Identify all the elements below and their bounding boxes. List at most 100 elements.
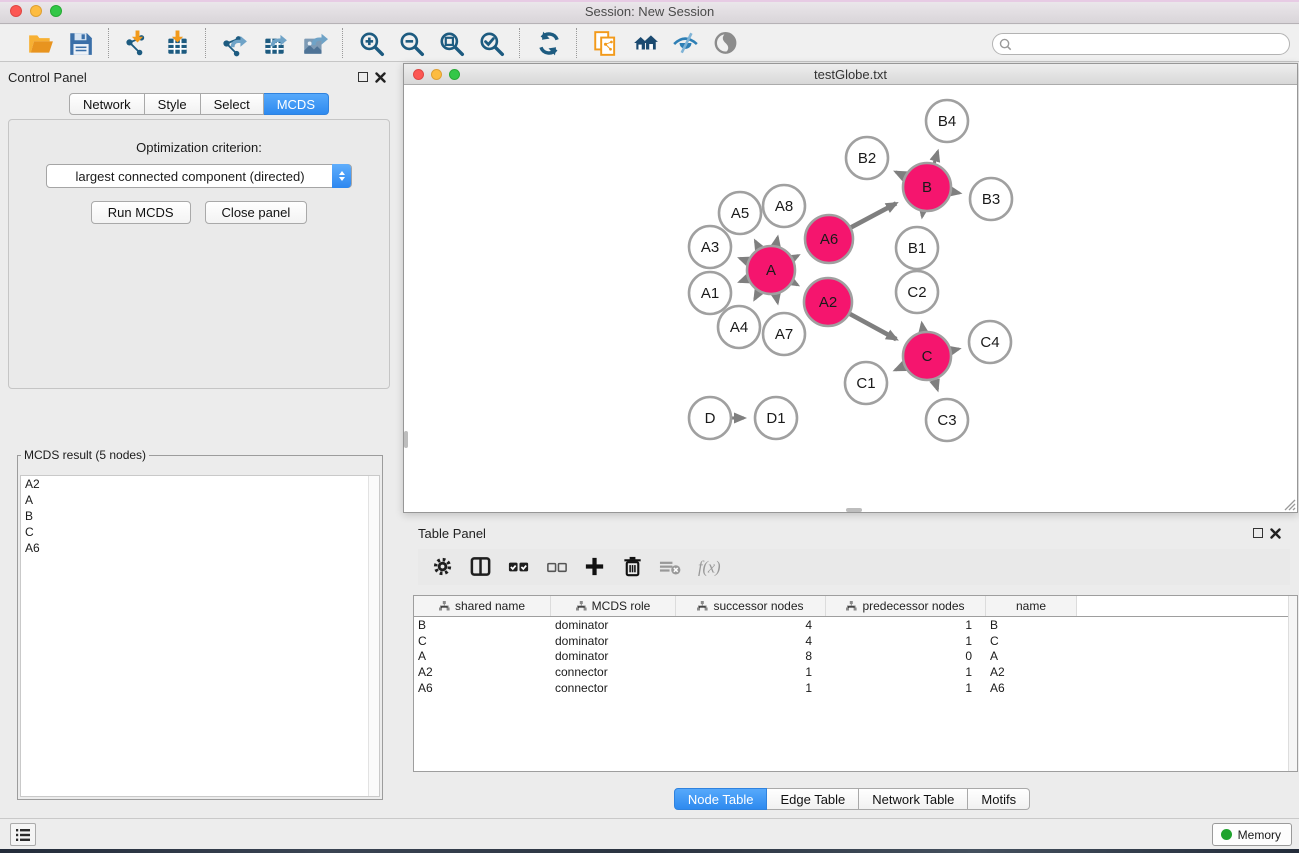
- cell-shared-name: C: [414, 634, 551, 648]
- deselect-all-button[interactable]: [540, 552, 574, 582]
- node-B[interactable]: B: [903, 163, 951, 211]
- column-header-shared-name[interactable]: shared name: [414, 596, 551, 616]
- cell-successor-nodes: 1: [676, 665, 826, 679]
- close-panel-button[interactable]: Close panel: [205, 201, 308, 224]
- tab-network-table[interactable]: Network Table: [859, 788, 968, 810]
- task-history-button[interactable]: [10, 823, 36, 846]
- table-panel-tabs: Node TableEdge TableNetwork TableMotifs: [405, 788, 1299, 810]
- node-B1[interactable]: B1: [896, 227, 938, 269]
- gear-button[interactable]: [426, 552, 460, 582]
- open-file-button[interactable]: [20, 28, 60, 58]
- float-panel-icon[interactable]: [358, 72, 368, 82]
- column-header-successor-nodes[interactable]: successor nodes: [676, 596, 826, 616]
- node-B2[interactable]: B2: [846, 137, 888, 179]
- memory-button[interactable]: Memory: [1212, 823, 1292, 846]
- result-item[interactable]: A: [21, 492, 379, 508]
- edge-A6-B: [850, 203, 896, 227]
- tab-network[interactable]: Network: [69, 93, 145, 115]
- zoom-selected-button[interactable]: [471, 28, 511, 58]
- node-C4[interactable]: C4: [969, 321, 1011, 363]
- tab-mcds[interactable]: MCDS: [264, 93, 329, 115]
- function-builder-icon: f(x): [697, 555, 721, 579]
- new-network-from-selection-button[interactable]: [585, 28, 625, 58]
- node-A1[interactable]: A1: [689, 272, 731, 314]
- node-A2[interactable]: A2: [804, 278, 852, 326]
- cell-predecessor-nodes: 1: [826, 681, 986, 695]
- tab-edge-table[interactable]: Edge Table: [767, 788, 859, 810]
- node-B3[interactable]: B3: [970, 178, 1012, 220]
- column-header-MCDS-role[interactable]: MCDS role: [551, 596, 676, 616]
- node-A6[interactable]: A6: [805, 215, 853, 263]
- node-C1[interactable]: C1: [845, 362, 887, 404]
- edge-C-C2: [922, 324, 923, 333]
- node-A[interactable]: A: [747, 246, 795, 294]
- node-A7[interactable]: A7: [763, 313, 805, 355]
- save-session-button[interactable]: [60, 28, 100, 58]
- tab-select[interactable]: Select: [201, 93, 264, 115]
- network-canvas[interactable]: B4 B2 B B3 A5A8A6 A3 B1 A A1 C2 A2 A4A7 C C4 C1 C3 D D1: [404, 85, 1297, 512]
- node-C3[interactable]: C3: [926, 399, 968, 441]
- export-image-button[interactable]: [294, 28, 334, 58]
- export-table-button[interactable]: [254, 28, 294, 58]
- node-A5[interactable]: A5: [719, 192, 761, 234]
- delete-table-button[interactable]: [654, 552, 688, 582]
- node-D[interactable]: D: [689, 397, 731, 439]
- svg-text:C2: C2: [907, 284, 926, 301]
- table-scrollbar[interactable]: [1288, 596, 1297, 771]
- show-all-button[interactable]: [705, 28, 745, 58]
- table-row[interactable]: A2connector11A2: [414, 664, 1297, 680]
- node-B4[interactable]: B4: [926, 100, 968, 142]
- column-header-predecessor-nodes[interactable]: predecessor nodes: [826, 596, 986, 616]
- tab-style[interactable]: Style: [145, 93, 201, 115]
- run-mcds-button[interactable]: Run MCDS: [91, 201, 191, 224]
- table-row[interactable]: Cdominator41C: [414, 633, 1297, 649]
- export-network-button[interactable]: [214, 28, 254, 58]
- cell-name: A6: [986, 681, 1077, 695]
- resize-grip-icon[interactable]: [1282, 497, 1296, 511]
- select-all-button[interactable]: [502, 552, 536, 582]
- tab-motifs[interactable]: Motifs: [968, 788, 1030, 810]
- function-builder-button[interactable]: f(x): [692, 552, 726, 582]
- table-row[interactable]: Bdominator41B: [414, 617, 1297, 633]
- show-all-icon: [712, 30, 739, 57]
- refresh-button[interactable]: [528, 28, 568, 58]
- vertical-scroll-thumb[interactable]: [404, 431, 408, 448]
- result-list-scrollbar[interactable]: [368, 476, 379, 796]
- split-columns-button[interactable]: [464, 552, 498, 582]
- horizontal-scroll-thumb[interactable]: [846, 508, 862, 512]
- delete-row-button[interactable]: [616, 552, 650, 582]
- first-neighbors-button[interactable]: [625, 28, 665, 58]
- table-row[interactable]: A6connector11A6: [414, 680, 1297, 696]
- node-A3[interactable]: A3: [689, 226, 731, 268]
- result-item[interactable]: B: [21, 508, 379, 524]
- cell-shared-name: A6: [414, 681, 551, 695]
- import-table-button[interactable]: [157, 28, 197, 58]
- edge-A-A4: [755, 291, 760, 299]
- hide-selected-button[interactable]: [665, 28, 705, 58]
- table-row[interactable]: Adominator80A: [414, 649, 1297, 665]
- node-C[interactable]: C: [903, 332, 951, 380]
- node-C2[interactable]: C2: [896, 271, 938, 313]
- search-field[interactable]: [992, 33, 1290, 55]
- zoom-fit-button[interactable]: [431, 28, 471, 58]
- node-D1[interactable]: D1: [755, 397, 797, 439]
- table-panel-title: Table Panel: [418, 526, 486, 541]
- import-network-button[interactable]: [117, 28, 157, 58]
- node-A8[interactable]: A8: [763, 185, 805, 227]
- result-item[interactable]: A6: [21, 540, 379, 556]
- zoom-out-button[interactable]: [391, 28, 431, 58]
- search-input[interactable]: [1012, 35, 1289, 53]
- criterion-select[interactable]: largest connected component (directed): [46, 164, 352, 188]
- close-table-panel-icon[interactable]: [1270, 528, 1281, 539]
- result-item[interactable]: A2: [21, 476, 379, 492]
- float-table-panel-icon[interactable]: [1253, 528, 1263, 538]
- column-header-name[interactable]: name: [986, 596, 1077, 616]
- add-column-button[interactable]: [578, 552, 612, 582]
- zoom-in-button[interactable]: [351, 28, 391, 58]
- cell-name: B: [986, 618, 1077, 632]
- close-panel-icon[interactable]: [375, 72, 386, 83]
- node-A4[interactable]: A4: [718, 306, 760, 348]
- tab-node-table[interactable]: Node Table: [674, 788, 768, 810]
- svg-text:A3: A3: [701, 239, 719, 256]
- result-item[interactable]: C: [21, 524, 379, 540]
